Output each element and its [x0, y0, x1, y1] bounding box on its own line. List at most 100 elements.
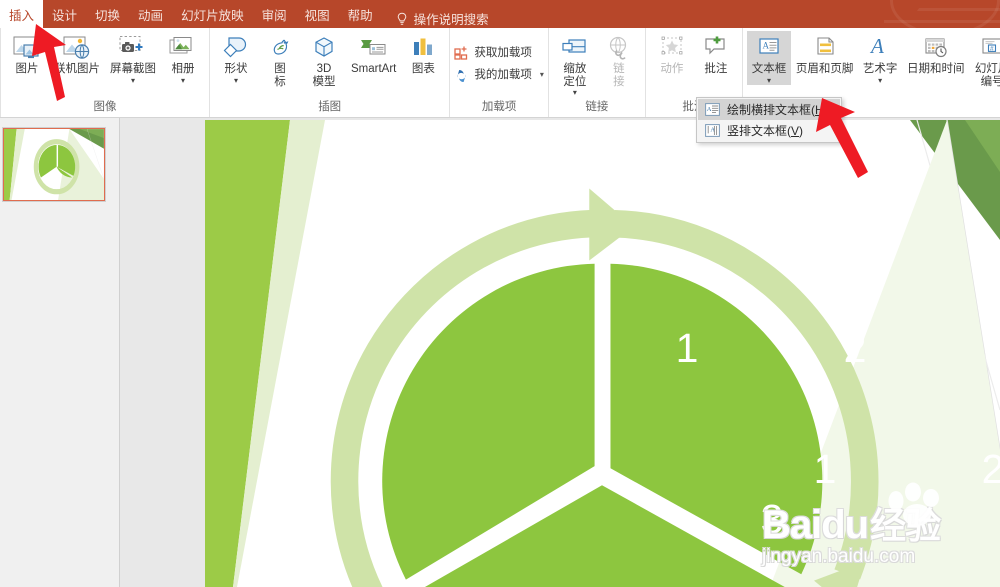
slide-thumbnail-1[interactable] [2, 127, 106, 202]
insert-icons-button[interactable]: 图标 [258, 31, 302, 88]
insert-slide-number-button[interactable]: # 幻灯片编号 [969, 31, 1000, 88]
tab-view[interactable]: 视图 [296, 0, 339, 28]
ribbon-group-illustrations-label: 插图 [318, 101, 342, 113]
zoom-locate-label: 缩放定位 [563, 63, 587, 88]
insert-online-picture-button[interactable]: 联机图片 [49, 31, 105, 76]
ribbon-tab-bar: 插入 设计 切换 动画 幻灯片放映 审阅 视图 帮助 操作说明搜索 [0, 0, 1000, 28]
tab-review-label: 审阅 [261, 8, 287, 23]
header-footer-button[interactable]: 页眉和页脚 [791, 31, 858, 76]
date-time-icon [921, 33, 951, 63]
insert-photo-album-button[interactable]: 相册 ▾ [161, 31, 205, 85]
cycle-diagram[interactable]: 1 2 3 [205, 120, 1000, 587]
insert-smartart-label: SmartArt [351, 63, 397, 75]
cube-3d-icon [309, 33, 339, 63]
insert-action-button[interactable]: 动作 [650, 31, 694, 76]
icons-icon [265, 33, 295, 63]
insert-picture-button[interactable]: 图片 [5, 31, 49, 76]
insert-3d-model-button[interactable]: 3D 模型 [302, 31, 346, 88]
my-addins-chevron-down-icon[interactable]: ▾ [540, 70, 544, 79]
ribbon: 格 格 图片 [0, 28, 1000, 118]
menu-item-horizontal-textbox-label: 绘制横排文本框(H) [727, 103, 828, 117]
insert-date-time-label: 日期和时间 [907, 63, 965, 75]
tab-list: 插入 设计 切换 动画 幻灯片放映 审阅 视图 帮助 操作说明搜索 [0, 0, 489, 28]
ribbon-group-images-label: 图像 [93, 101, 117, 113]
insert-photo-album-label: 相册 [171, 63, 195, 75]
titlebar-decoration-line-2 [884, 20, 1000, 23]
zoom-locate-button[interactable]: 缩放定位 ▾ [553, 31, 597, 97]
my-addins-button[interactable]: 我的加载项 ▾ [454, 66, 544, 82]
ribbon-group-links-label: 链接 [585, 101, 609, 113]
tab-transitions-label: 切换 [95, 8, 121, 23]
screenshot-chevron-down-icon[interactable]: ▾ [131, 76, 135, 85]
tab-transitions[interactable]: 切换 [86, 0, 129, 28]
wordart-chevron-down-icon[interactable]: ▾ [878, 76, 882, 85]
get-addins-button[interactable]: 获取加载项 [454, 44, 544, 60]
insert-wordart-label: 艺术字 [862, 63, 898, 75]
menu-item-horizontal-textbox[interactable]: A 绘制横排文本框(H) [698, 99, 840, 120]
new-comment-button[interactable]: 批注 [694, 31, 738, 76]
screenshot-camera-icon [117, 33, 149, 63]
insert-textbox-button[interactable]: A 文本框 ▾ [746, 31, 792, 85]
textbox-icon: A [755, 33, 783, 63]
tab-animations[interactable]: 动画 [129, 0, 172, 28]
action-star-icon [658, 33, 686, 63]
tab-insert[interactable]: 插入 [0, 0, 44, 28]
insert-chart-label: 图表 [411, 63, 435, 75]
tell-me-label: 操作说明搜索 [413, 13, 489, 27]
vertical-textbox-icon: A [704, 124, 720, 138]
zoom-locate-icon [559, 33, 591, 63]
insert-wordart-button[interactable]: A 艺术字 ▾ [858, 31, 902, 85]
menu-item-vertical-textbox[interactable]: A 竖排文本框(V) [698, 120, 840, 141]
slide-canvas[interactable]: 1 2 3 1 2 3 Baidu 经验 jingyan.baidu.com [205, 120, 1000, 587]
tab-design[interactable]: 设计 [43, 0, 86, 28]
segment-label-1: 1 [814, 446, 837, 492]
picture-icon [12, 33, 42, 63]
insert-icons-label: 图标 [274, 63, 286, 88]
insert-link-button[interactable]: 链接 [597, 31, 641, 88]
photo-album-chevron-down-icon[interactable]: ▾ [181, 76, 185, 85]
tab-slideshow-label: 幻灯片放映 [181, 8, 244, 23]
tab-review[interactable]: 审阅 [253, 0, 296, 28]
insert-screenshot-label: 屏幕截图 [110, 63, 156, 75]
insert-screenshot-button[interactable]: 屏幕截图 ▾ [105, 31, 161, 85]
tab-slideshow[interactable]: 幻灯片放映 [172, 0, 253, 28]
tab-design-label: 设计 [52, 8, 78, 23]
insert-textbox-label: 文本框 [751, 63, 787, 75]
get-addins-label: 获取加载项 [474, 47, 532, 59]
new-comment-label: 批注 [704, 63, 728, 75]
tab-help[interactable]: 帮助 [339, 0, 382, 28]
link-globe-icon [605, 33, 633, 63]
new-comment-icon [701, 33, 731, 63]
slide-number-icon: # [978, 33, 1000, 63]
insert-smartart-button[interactable]: SmartArt [346, 31, 401, 76]
segment-label-2: 2 [982, 446, 1000, 492]
svg-text:A: A [706, 106, 711, 113]
insert-action-label: 动作 [660, 63, 684, 75]
ribbon-group-images: 图片 联机图片 屏幕截图 ▾ 相册 ▾ 图像 [1, 28, 210, 117]
shapes-icon [221, 33, 251, 63]
insert-picture-label: 图片 [15, 63, 39, 75]
horizontal-textbox-icon: A [704, 103, 720, 117]
insert-chart-button[interactable]: 图表 [401, 31, 445, 76]
textbox-chevron-down-icon[interactable]: ▾ [767, 76, 771, 85]
thumbnail-slide-preview [4, 129, 104, 200]
tab-view-label: 视图 [304, 8, 330, 23]
header-footer-icon [811, 33, 839, 63]
titlebar-decoration-circle [890, 0, 1000, 28]
zoom-locate-chevron-down-icon[interactable]: ▾ [573, 89, 577, 97]
header-footer-label: 页眉和页脚 [795, 63, 854, 75]
photo-album-icon [168, 33, 198, 63]
slide-thumbnail-pane[interactable] [0, 118, 120, 587]
slide-editing-area[interactable]: 1 2 3 1 2 3 Baidu 经验 jingyan.baidu.com [120, 118, 1000, 587]
wordart-icon: A [866, 33, 894, 63]
tab-insert-label: 插入 [9, 8, 35, 23]
shapes-chevron-down-icon[interactable]: ▾ [234, 76, 238, 85]
lightbulb-icon [396, 12, 408, 26]
svg-text:#: # [990, 45, 994, 52]
ribbon-group-addins: 获取加载项 我的加载项 ▾ 加载项 [450, 28, 549, 117]
insert-shapes-button[interactable]: 形状 ▾ [214, 31, 258, 85]
insert-date-time-button[interactable]: 日期和时间 [902, 31, 969, 76]
tell-me-box[interactable]: 操作说明搜索 [382, 9, 489, 28]
insert-online-picture-label: 联机图片 [54, 63, 100, 75]
svg-text:A: A [762, 41, 769, 51]
